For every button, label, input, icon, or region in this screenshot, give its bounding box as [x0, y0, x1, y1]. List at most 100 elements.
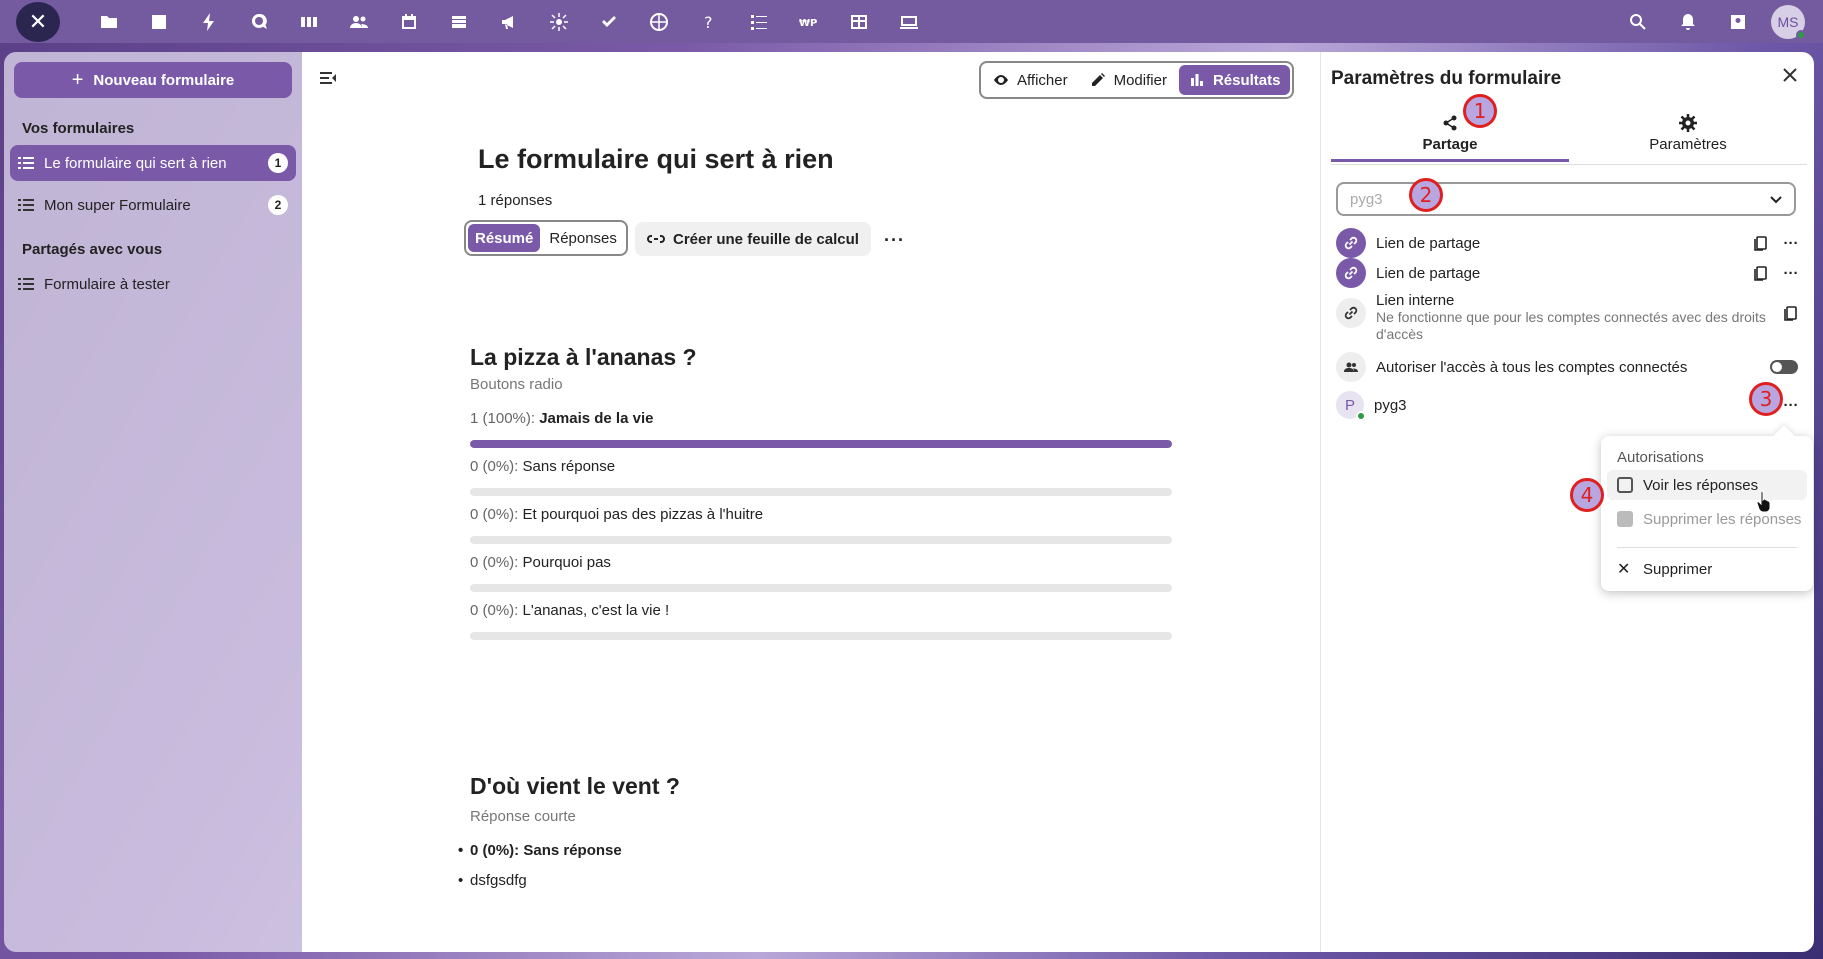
activity-icon[interactable] [184, 0, 234, 43]
edit-button[interactable]: Modifier [1080, 65, 1177, 95]
answer-stat: 0 (0%): L'ananas, c'est la vie ! [470, 602, 1172, 640]
online-status-dot [1796, 29, 1806, 40]
view-button[interactable]: Afficher [983, 65, 1078, 95]
annotation-marker: 3 [1749, 382, 1783, 416]
panel-tabs: Partage Paramètres [1331, 114, 1807, 162]
more-options-icon[interactable]: ··· [1776, 258, 1806, 288]
forms-icon[interactable] [734, 0, 784, 43]
svg-text:₩P: ₩P [799, 18, 817, 29]
permissions-caption: Autorisations [1617, 449, 1704, 466]
share-link-row: Lien de partage ··· [1336, 228, 1806, 258]
more-actions-button[interactable]: ··· [884, 230, 905, 251]
remove-share-button[interactable]: ✕ Supprimer [1607, 554, 1807, 584]
list-item: 0 (0%): Sans réponse [458, 842, 622, 872]
tab-summary[interactable]: Résumé [468, 224, 541, 252]
tables-icon[interactable] [834, 0, 884, 43]
create-spreadsheet-button[interactable]: Créer une feuille de calcul [635, 222, 871, 256]
answer-bar [470, 536, 1172, 544]
screen-icon[interactable] [884, 0, 934, 43]
results-button-label: Résultats [1212, 71, 1281, 89]
sidebar-item-shared-form[interactable]: Formulaire à tester [10, 266, 296, 302]
answer-stat: 1 (100%): Jamais de la vie [470, 410, 1172, 448]
answer-bar [470, 488, 1172, 496]
contacts-menu-icon[interactable] [1713, 0, 1763, 43]
user-avatar[interactable]: MS [1771, 4, 1806, 40]
answer-count: 0 (0%): [470, 602, 519, 619]
delete-responses-checkbox[interactable]: Supprimer les réponses [1607, 504, 1807, 534]
tab-sharing[interactable]: Partage [1331, 114, 1569, 162]
share-link-row: Lien de partage ··· [1336, 258, 1806, 288]
sidebar-item-label: Le formulaire qui sert à rien [44, 154, 227, 172]
sidebar-item-form[interactable]: Le formulaire qui sert à rien 1 [10, 145, 296, 181]
sidebar-item-form[interactable]: Mon super Formulaire 2 [10, 187, 296, 223]
question-type: Réponse courte [470, 808, 576, 825]
hand-cursor-icon [1756, 490, 1771, 512]
new-form-button[interactable]: + Nouveau formulaire [14, 62, 292, 98]
edit-button-label: Modifier [1113, 71, 1167, 89]
response-count-badge: 1 [268, 153, 288, 173]
close-icon: ✕ [1617, 561, 1631, 578]
internal-link-row: Lien interne Ne fonctionne que pour les … [1336, 292, 1806, 343]
copy-icon[interactable] [1746, 228, 1776, 258]
annotation-marker: 2 [1409, 178, 1443, 212]
list-icon [18, 276, 34, 292]
copy-icon[interactable] [1746, 258, 1776, 288]
top-right-actions: MS [1613, 0, 1806, 43]
more-options-icon[interactable]: ··· [1776, 228, 1806, 258]
link-icon [1336, 298, 1366, 328]
notifications-icon[interactable] [1663, 0, 1713, 43]
link-icon [1336, 258, 1366, 288]
results-button[interactable]: Résultats [1178, 65, 1291, 95]
tab-sharing-label: Partage [1422, 136, 1478, 153]
toggle-sidebar-icon[interactable] [318, 68, 338, 88]
announcements-icon[interactable] [484, 0, 534, 43]
star-icon[interactable] [534, 0, 584, 43]
top-bar: ✕ ? ₩P MS [0, 0, 1823, 43]
deck-icon[interactable] [284, 0, 334, 43]
checkbox-icon [1617, 477, 1633, 493]
user-share-row: P pyg3 ··· [1336, 390, 1806, 421]
link-icon [1336, 228, 1366, 258]
answer-stat: 0 (0%): Et pourquoi pas des pizzas à l'h… [470, 506, 1172, 544]
answer-label: Et pourquoi pas des pizzas à l'huitre [522, 506, 764, 523]
internal-link-description: Ne fonctionne que pour les comptes conne… [1376, 309, 1766, 342]
photos-icon[interactable] [134, 0, 184, 43]
help-icon[interactable]: ? [684, 0, 734, 43]
contacts-icon[interactable] [334, 0, 384, 43]
answer-count: 0 (0%): [470, 506, 519, 523]
list-item: dsfgsdfg [458, 872, 622, 902]
create-spreadsheet-label: Créer une feuille de calcul [673, 230, 859, 248]
answer-bar [470, 632, 1172, 640]
files-icon[interactable] [84, 0, 134, 43]
svg-text:?: ? [704, 13, 713, 32]
question-type: Boutons radio [470, 376, 563, 393]
sidebar-item-label: Formulaire à tester [44, 275, 170, 293]
user-name: pyg3 [1374, 396, 1407, 414]
close-icon[interactable] [1781, 66, 1799, 84]
share-search-select[interactable]: pyg3 [1336, 182, 1796, 216]
copy-icon[interactable] [1776, 298, 1806, 328]
talk-icon[interactable] [234, 0, 284, 43]
chevron-down-icon [1770, 196, 1782, 204]
list-icon [18, 155, 34, 171]
annotation-marker: 4 [1570, 478, 1604, 512]
drive-icon[interactable] [434, 0, 484, 43]
search-icon[interactable] [1613, 0, 1663, 43]
sidebar-item-label: Mon super Formulaire [44, 196, 191, 214]
calendar-icon[interactable] [384, 0, 434, 43]
checkbox-icon [1617, 511, 1633, 527]
see-responses-checkbox[interactable]: Voir les réponses [1607, 470, 1807, 500]
answer-stat: 0 (0%): Sans réponse [470, 458, 1172, 496]
tab-responses[interactable]: Réponses [542, 224, 624, 252]
answer-bar-fill [470, 440, 1172, 448]
tasks-icon[interactable] [584, 0, 634, 43]
user-avatar: P [1336, 391, 1366, 421]
allow-all-toggle[interactable] [1770, 360, 1798, 374]
view-mode-switch: Afficher Modifier Résultats [979, 61, 1295, 99]
bank-icon[interactable]: ₩P [784, 0, 834, 43]
tab-settings[interactable]: Paramètres [1569, 114, 1807, 162]
globe-icon[interactable] [634, 0, 684, 43]
nextcloud-logo[interactable]: ✕ [16, 1, 60, 42]
internal-link-label: Lien interne [1376, 292, 1455, 309]
responses-count: 1 réponses [478, 192, 553, 209]
